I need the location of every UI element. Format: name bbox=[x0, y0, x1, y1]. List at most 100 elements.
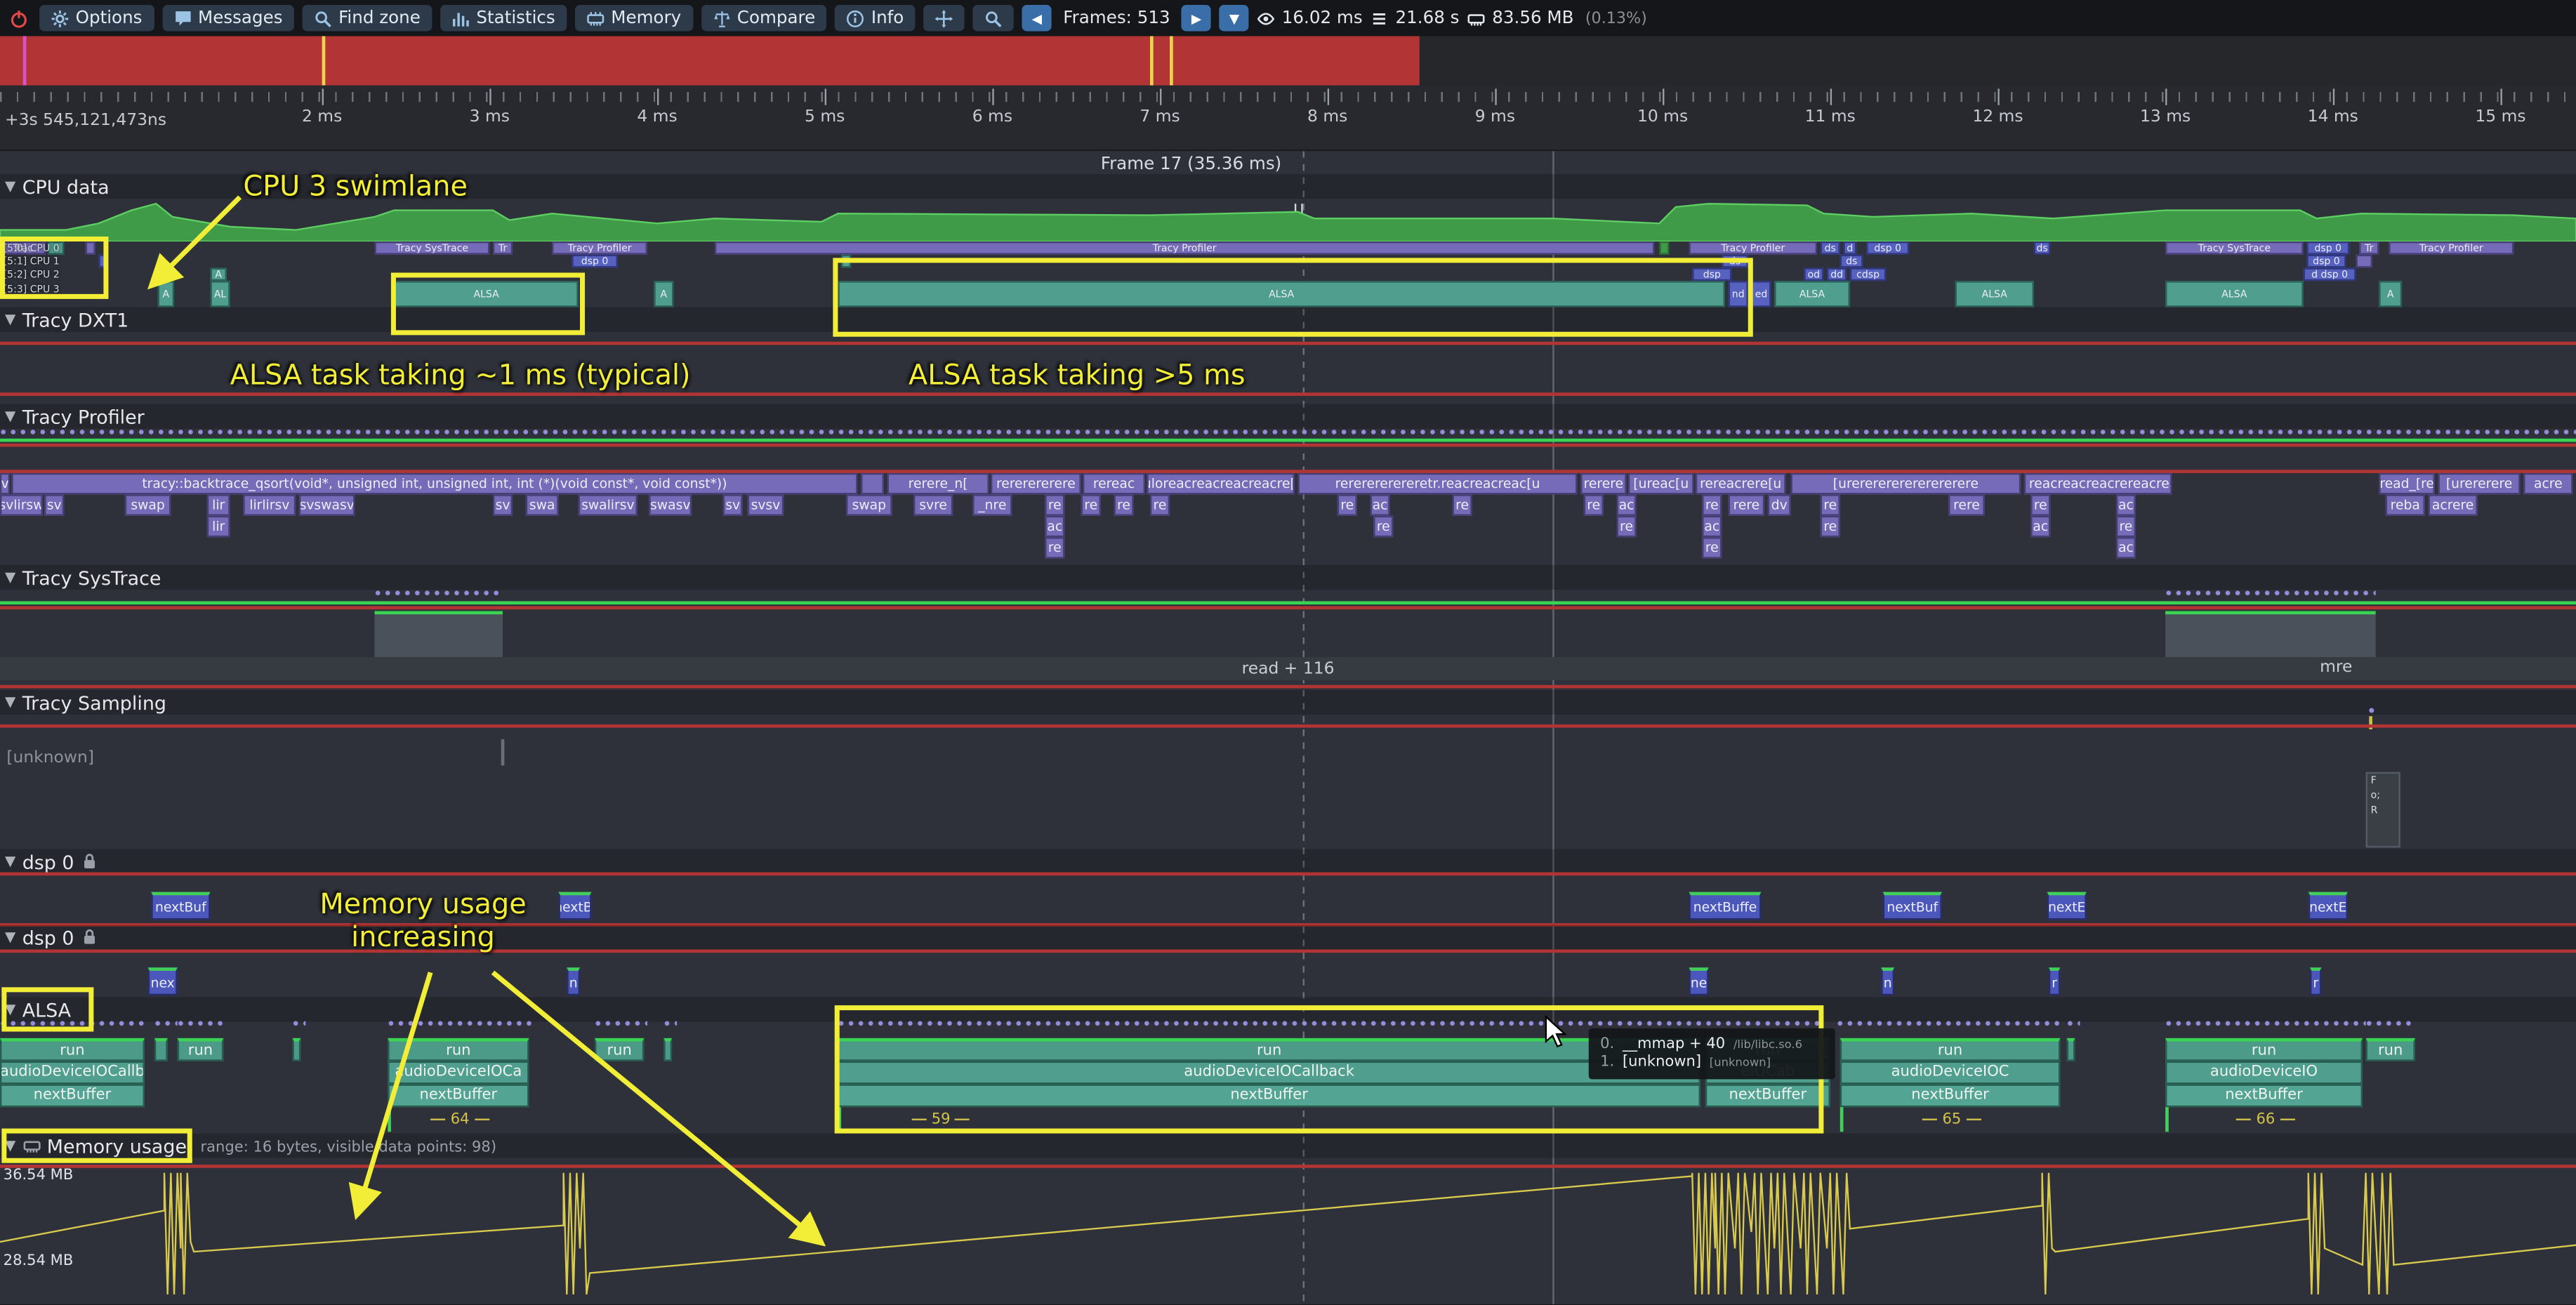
zone-run[interactable] bbox=[154, 1038, 168, 1061]
section-header-tracy-profiler[interactable]: ▼ Tracy Profiler bbox=[0, 404, 2576, 429]
find-zone-button[interactable]: Find zone bbox=[303, 5, 432, 31]
zone[interactable]: re bbox=[1045, 494, 1064, 515]
options-button[interactable]: Options bbox=[39, 5, 154, 31]
zone[interactable]: rerere_n[ bbox=[887, 473, 989, 494]
zone-next-buffer[interactable]: nextBuffer bbox=[838, 1084, 1700, 1107]
collapse-icon[interactable]: ▼ bbox=[5, 929, 15, 945]
zone[interactable]: rere bbox=[1948, 494, 1984, 515]
zone[interactable]: re bbox=[1045, 537, 1064, 558]
messages-button[interactable]: Messages bbox=[162, 5, 294, 31]
zone-next-buffer[interactable]: nextBuffer bbox=[1840, 1084, 2061, 1107]
zone[interactable]: nextBuf bbox=[1883, 892, 1942, 920]
zone-run[interactable]: run bbox=[2366, 1038, 2415, 1061]
time-ruler[interactable]: +3s 545,121,473ns 2 ms3 ms4 ms5 ms6 ms7 … bbox=[0, 86, 2576, 152]
zone[interactable] bbox=[861, 473, 884, 494]
zone[interactable]: r bbox=[2049, 967, 2060, 995]
zone[interactable]: A bbox=[654, 281, 673, 307]
zone[interactable] bbox=[86, 241, 95, 255]
zone[interactable]: Tracy Profiler bbox=[1689, 241, 1818, 255]
zone[interactable]: re bbox=[1584, 494, 1604, 515]
zone-audio-callback[interactable]: audioDeviceIOCallback bbox=[838, 1061, 1700, 1085]
zone[interactable]: re bbox=[1114, 494, 1134, 515]
zone[interactable] bbox=[841, 255, 851, 268]
zone[interactable]: svre bbox=[913, 494, 953, 515]
zone[interactable]: rereacrere[u bbox=[1696, 473, 1786, 494]
section-header-tracy-dxt1[interactable]: ▼ Tracy DXT1 bbox=[0, 307, 2576, 332]
zone[interactable]: ac bbox=[2116, 537, 2136, 558]
section-header-alsa[interactable]: ▼ ALSA bbox=[0, 997, 2576, 1021]
zone[interactable]: rerere bbox=[1580, 473, 1627, 494]
compare-button[interactable]: Compare bbox=[701, 5, 826, 31]
zone-audio-callback[interactable]: audioDeviceIOC bbox=[1840, 1061, 2061, 1085]
zone-next-buffer[interactable]: nextBuffer bbox=[2165, 1084, 2363, 1107]
zone[interactable]: nextBuf bbox=[151, 892, 210, 920]
zone[interactable]: nd bbox=[1729, 281, 1748, 307]
memory-button[interactable]: Memory bbox=[575, 5, 693, 31]
zone[interactable]: Tracy SysTrace bbox=[2165, 241, 2304, 255]
collapse-icon[interactable]: ▼ bbox=[5, 178, 15, 194]
info-button[interactable]: Info bbox=[835, 5, 915, 31]
section-header-tracy-systrace[interactable]: ▼ Tracy SysTrace bbox=[0, 565, 2576, 590]
zone[interactable]: swap bbox=[125, 494, 171, 515]
next-frame-button[interactable]: ▶ bbox=[1182, 5, 1211, 31]
zone[interactable]: acre bbox=[2523, 473, 2572, 494]
zone-count[interactable]: 64 bbox=[388, 1107, 529, 1132]
zone[interactable]: dv bbox=[1768, 494, 1791, 515]
long-frames-region[interactable] bbox=[0, 36, 1420, 85]
zone[interactable]: re bbox=[1617, 516, 1637, 537]
section-header-dsp0-a[interactable]: ▼ dsp 0 bbox=[0, 849, 2576, 874]
zone[interactable]: d dsp 0 bbox=[2304, 267, 2356, 281]
zone[interactable]: nextE bbox=[2309, 892, 2348, 920]
timeline[interactable]: Frame 17 (35.36 ms) ▼ CPU data TracTracy… bbox=[0, 151, 2576, 1304]
section-header-tracy-sampling[interactable]: ▼ Tracy Sampling bbox=[0, 690, 2576, 715]
zone[interactable]: rereac bbox=[1083, 473, 1145, 494]
zone[interactable]: esvlirswa bbox=[0, 494, 43, 515]
zone[interactable]: v bbox=[0, 473, 10, 494]
zoom-search-button[interactable] bbox=[973, 5, 1015, 31]
zone[interactable]: ALSA bbox=[1774, 281, 1850, 307]
zone[interactable]: svsv bbox=[748, 494, 784, 515]
collapse-icon[interactable]: ▼ bbox=[5, 311, 15, 327]
sampling-zone-fragment[interactable]: F o; R bbox=[2366, 772, 2400, 848]
zone[interactable]: od bbox=[1804, 267, 1823, 281]
zone[interactable]: ne bbox=[1689, 967, 1709, 995]
zone[interactable]: ac bbox=[1045, 516, 1064, 537]
zone[interactable]: re bbox=[1702, 537, 1722, 558]
zone[interactable]: reba bbox=[2386, 494, 2425, 515]
tools-button[interactable] bbox=[923, 5, 965, 31]
zone-count[interactable]: 59 bbox=[838, 1107, 1700, 1132]
zone[interactable]: svswasv bbox=[299, 494, 355, 515]
zone[interactable]: ALSA bbox=[395, 281, 579, 307]
zone[interactable]: A bbox=[2379, 281, 2402, 307]
zone[interactable]: ds bbox=[2034, 241, 2050, 255]
zone[interactable]: [urererere bbox=[2438, 473, 2521, 494]
zone-audio-callback[interactable]: audioDeviceIOCa bbox=[388, 1061, 529, 1085]
memory-usage-graph[interactable] bbox=[0, 1170, 2576, 1301]
zone[interactable]: ds bbox=[1722, 255, 1748, 268]
zone[interactable]: nex bbox=[148, 967, 178, 995]
zone[interactable]: nextBi bbox=[559, 892, 592, 920]
zone[interactable]: Tracy Profiler bbox=[715, 241, 1654, 255]
zone[interactable]: re bbox=[1702, 494, 1722, 515]
zone-run[interactable]: run bbox=[1840, 1038, 2061, 1061]
systrace-zone-block[interactable] bbox=[2165, 611, 2376, 657]
zone[interactable]: lir bbox=[207, 494, 230, 515]
zone-run[interactable]: run bbox=[178, 1038, 224, 1061]
zone-mre[interactable]: mre bbox=[2320, 658, 2352, 677]
zone[interactable]: rere bbox=[1729, 494, 1764, 515]
zone[interactable]: re bbox=[1453, 494, 1472, 515]
zone[interactable]: re bbox=[2030, 494, 2050, 515]
zone-next-buffer[interactable]: nextBuffer bbox=[388, 1084, 529, 1107]
zone[interactable]: swasv bbox=[649, 494, 692, 515]
zone[interactable]: re bbox=[1821, 516, 1840, 537]
zone[interactable]: ALSA bbox=[838, 281, 1725, 307]
zone-run[interactable]: run bbox=[595, 1038, 644, 1061]
zone[interactable]: re bbox=[1081, 494, 1101, 515]
zone[interactable]: dsp 0 bbox=[2306, 255, 2346, 268]
zone[interactable]: cdsp bbox=[1850, 267, 1886, 281]
zone[interactable]: swalirsv bbox=[579, 494, 638, 515]
zone[interactable]: lirlirsv bbox=[243, 494, 296, 515]
zone[interactable]: Tracy Profiler bbox=[552, 241, 647, 255]
zone[interactable]: rererererere bbox=[991, 473, 1081, 494]
zone-count[interactable]: 65 bbox=[1840, 1107, 2061, 1132]
